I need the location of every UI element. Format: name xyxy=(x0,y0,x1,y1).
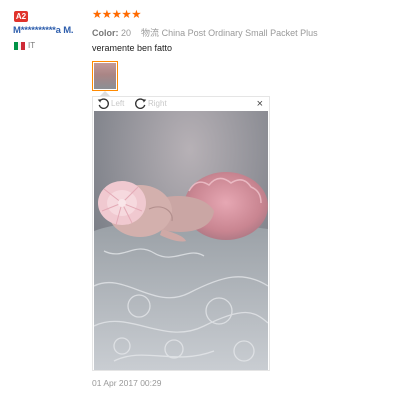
rotate-cw-icon xyxy=(135,98,147,109)
shipping-label: 物流 xyxy=(141,28,160,38)
reviewer-name: M**********a M. xyxy=(13,25,74,36)
reviewer-country: IT xyxy=(28,41,36,50)
review-text: veramente ben fatto xyxy=(92,43,173,53)
color-value: 20 xyxy=(121,28,132,38)
review-photo xyxy=(94,111,268,370)
rotate-left-label: Left xyxy=(111,99,125,108)
italy-flag-icon xyxy=(14,42,26,50)
close-viewer-button[interactable]: × xyxy=(257,98,263,110)
order-meta: Color: 20 物流 China Post Ordinary Small P… xyxy=(92,26,318,39)
image-viewer: Left Right × xyxy=(92,96,270,371)
rotate-ccw-icon xyxy=(97,98,109,109)
star-rating: ★★★★★ xyxy=(92,9,142,21)
rotate-right-button[interactable]: Right xyxy=(134,97,167,110)
rotate-left-button[interactable]: Left xyxy=(97,97,124,110)
thumbnail-image xyxy=(94,63,116,89)
review-photo-image xyxy=(94,111,268,370)
color-label: Color: xyxy=(92,28,119,38)
viewer-toolbar: Left Right × xyxy=(93,97,269,111)
review-date: 01 Apr 2017 00:29 xyxy=(92,378,162,388)
rotate-right-label: Right xyxy=(148,99,167,108)
reviewer-level-badge: A2 xyxy=(14,11,28,22)
shipping-value: China Post Ordinary Small Packet Plus xyxy=(161,28,318,38)
review-photo-thumbnail[interactable] xyxy=(92,61,118,91)
